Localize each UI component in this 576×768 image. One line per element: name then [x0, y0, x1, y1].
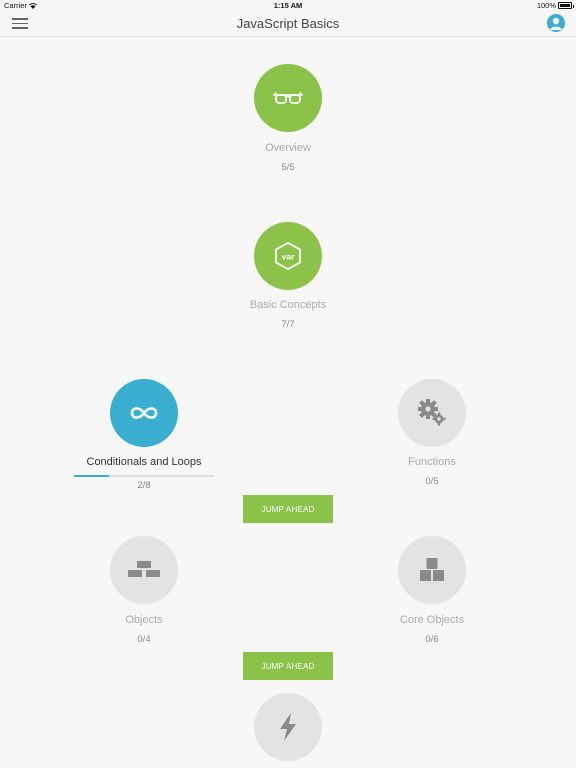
lesson-progress-bar: [74, 475, 214, 477]
node-progress-count: 0/4: [137, 634, 151, 645]
course-node-basic-concepts[interactable]: var: [254, 222, 322, 290]
node-label: Conditionals and Loops: [86, 456, 202, 468]
glasses-icon: [273, 92, 303, 104]
battery-percent: 100%: [536, 1, 556, 10]
battery-icon: [558, 2, 574, 9]
node-progress-count: 0/6: [425, 634, 439, 645]
node-label: Core Objects: [399, 614, 465, 626]
user-profile-icon[interactable]: [547, 14, 565, 32]
gears-icon: [418, 399, 446, 426]
infinity-icon: [130, 407, 158, 419]
course-node-conditionals-and-loops[interactable]: [110, 379, 178, 447]
course-node-next[interactable]: [254, 693, 322, 761]
lesson-progress-fill: [74, 475, 109, 477]
boxes-icon: [420, 558, 444, 581]
page-title: JavaScript Basics: [236, 16, 340, 31]
svg-text:var: var: [282, 252, 295, 262]
course-node-objects[interactable]: [110, 536, 178, 604]
course-node-overview[interactable]: [254, 64, 322, 132]
course-node-functions[interactable]: [398, 379, 466, 447]
node-label: Overview: [265, 142, 311, 154]
status-bar: Carrier 1:15 AM 100%: [0, 0, 576, 12]
jump-ahead-button[interactable]: JUMP AHEAD: [243, 495, 333, 523]
node-label: Functions: [408, 456, 456, 468]
node-progress-count: 7/7: [281, 319, 295, 330]
lightning-icon: [280, 713, 296, 741]
var-hexagon-icon: var: [275, 241, 301, 271]
navigation-bar: JavaScript Basics: [0, 12, 576, 37]
node-label: Basic Concepts: [249, 299, 327, 311]
node-progress-count: 2/8: [137, 480, 151, 491]
jump-ahead-button[interactable]: JUMP AHEAD: [243, 652, 333, 680]
node-progress-count: 0/5: [425, 476, 439, 487]
status-time: 1:15 AM: [273, 1, 303, 10]
node-progress-count: 5/5: [281, 162, 295, 173]
battery-indicator: 100%: [536, 1, 574, 10]
bricks-icon: [128, 561, 160, 577]
node-label: Objects: [125, 614, 163, 626]
course-node-core-objects[interactable]: [398, 536, 466, 604]
